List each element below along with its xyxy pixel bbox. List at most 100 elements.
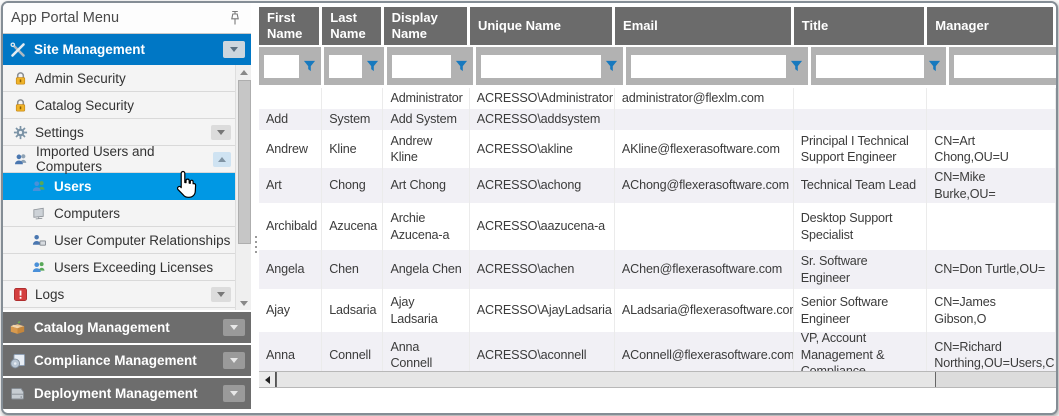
pin-icon[interactable]: [227, 9, 243, 27]
scroll-up-arrow[interactable]: [236, 65, 251, 79]
filter-input-title[interactable]: [816, 55, 924, 78]
item-label: User Computer Relationships: [54, 233, 230, 248]
sidebar-scrollbar[interactable]: [235, 65, 251, 310]
cell-title: [794, 109, 928, 130]
cell-title: Principal I Technical Support Engineer: [794, 130, 928, 168]
cell-last-name: System: [322, 109, 383, 130]
sidebar-group-compliance-management[interactable]: Compliance Management: [3, 343, 251, 376]
table-row[interactable]: Angela Chen Angela Chen ACRESSO\achen AC…: [259, 250, 1056, 289]
expand-catalog-management-button[interactable]: [223, 319, 245, 336]
cell-first-name: [259, 88, 322, 109]
sidebar-item-computers[interactable]: Computers: [3, 200, 251, 227]
filter-input-unique-name[interactable]: [481, 55, 601, 78]
sidebar-item-imported-users-and-computers[interactable]: Imported Users and Computers: [3, 146, 251, 173]
users-icon: [31, 179, 47, 194]
sidebar-item-logs[interactable]: Logs: [3, 281, 251, 308]
sidebar-group-catalog-management[interactable]: Catalog Management: [3, 310, 251, 343]
filter-input-last-name[interactable]: [329, 55, 362, 78]
cell-email: ALadsaria@flexerasoftware.com: [615, 289, 794, 332]
horizontal-scrollbar[interactable]: [259, 371, 1056, 388]
column-header-manager[interactable]: Manager: [927, 7, 1053, 45]
group-label: Catalog Management: [34, 320, 170, 335]
column-header-last-name[interactable]: Last Name: [322, 7, 380, 45]
cell-manager: [927, 203, 1056, 250]
filter-input-manager[interactable]: [954, 55, 1056, 78]
sidebar-item-user-computer-relationships[interactable]: User Computer Relationships: [3, 227, 251, 254]
cell-title: Sr. Software Engineer: [794, 250, 928, 289]
cell-unique-name: ACRESSO\achong: [470, 168, 615, 203]
catalog-box-icon: [9, 320, 26, 336]
filter-input-email[interactable]: [631, 55, 786, 78]
filter-funnel-icon[interactable]: [366, 60, 379, 73]
column-header-title[interactable]: Title: [794, 7, 925, 45]
expand-deployment-management-button[interactable]: [223, 385, 245, 402]
sidebar-header: App Portal Menu: [3, 3, 251, 34]
sidebar-item-active-directory[interactable]: Active Directory: [3, 308, 251, 310]
cell-title: Senior Software Engineer: [794, 289, 928, 332]
sidebar-item-users[interactable]: Users: [3, 173, 251, 200]
sidebar-group-deployment-management[interactable]: Deployment Management: [3, 376, 251, 409]
logs-icon: [13, 287, 28, 302]
item-label: Imported Users and Computers: [36, 144, 206, 174]
filter-funnel-icon[interactable]: [303, 60, 316, 73]
table-row[interactable]: Add System Add System ACRESSO\addsystem: [259, 109, 1056, 130]
item-label: Admin Security: [35, 71, 126, 86]
collapse-site-management-button[interactable]: [223, 41, 245, 58]
table-row[interactable]: Andrew Kline Andrew Kline ACRESSO\akline…: [259, 130, 1056, 168]
users-group-icon: [13, 152, 29, 167]
cell-email: AKline@flexerasoftware.com: [615, 130, 794, 168]
table-row[interactable]: Administrator ACRESSO\Administrator admi…: [259, 88, 1056, 109]
imported-users-collapse-button[interactable]: [213, 152, 231, 167]
sidebar: App Portal Menu Site Management: [3, 3, 251, 413]
group-label: Deployment Management: [34, 386, 198, 401]
cell-email: [615, 203, 794, 250]
table-row[interactable]: Ajay Ladsaria Ajay Ladsaria ACRESSO\Ajay…: [259, 289, 1056, 332]
table-row[interactable]: Archibald Azucena Archie Azucena-a ACRES…: [259, 203, 1056, 250]
cell-manager: CN=James Gibson,O: [927, 289, 1056, 332]
scroll-left-arrow[interactable]: [259, 372, 276, 387]
cell-manager: CN=Art Chong,OU=U: [927, 130, 1056, 168]
sidebar-item-users-exceeding-licenses[interactable]: Users Exceeding Licenses: [3, 254, 251, 281]
filter-funnel-icon[interactable]: [790, 60, 803, 73]
lock-icon: [13, 71, 28, 86]
cell-manager: CN=Don Turtle,OU=: [927, 250, 1056, 289]
cell-email: AChong@flexerasoftware.com: [615, 168, 794, 203]
filter-funnel-icon[interactable]: [455, 60, 468, 73]
cell-display-name: Administrator: [383, 88, 469, 109]
cell-display-name: Andrew Kline: [383, 130, 469, 168]
filter-funnel-icon[interactable]: [928, 60, 941, 73]
sidebar-item-admin-security[interactable]: Admin Security: [3, 65, 251, 92]
sidebar-item-settings[interactable]: Settings: [3, 119, 251, 146]
filter-input-first-name[interactable]: [264, 55, 299, 78]
scrollbar-thumb[interactable]: [238, 80, 251, 244]
cell-title: Technical Team Lead: [794, 168, 928, 203]
cell-display-name: Add System: [383, 109, 469, 130]
scroll-down-arrow[interactable]: [236, 296, 251, 310]
table-row[interactable]: Art Chong Art Chong ACRESSO\achong AChon…: [259, 168, 1056, 203]
cell-first-name: Angela: [259, 250, 322, 289]
column-header-first-name[interactable]: First Name: [259, 7, 319, 45]
cell-manager: [927, 88, 1056, 109]
filter-funnel-icon[interactable]: [605, 60, 618, 73]
cell-first-name: Archibald: [259, 203, 322, 250]
users-badge-icon: [31, 260, 47, 275]
horizontal-scrollbar-thumb[interactable]: [276, 372, 936, 387]
column-header-email[interactable]: Email: [615, 7, 791, 45]
grid-filter-row: [259, 47, 1056, 85]
sidebar-item-catalog-security[interactable]: Catalog Security: [3, 92, 251, 119]
computer-icon: [31, 206, 47, 221]
cell-display-name: Archie Azucena-a: [383, 203, 469, 250]
item-label: Computers: [54, 206, 120, 221]
sidebar-title: App Portal Menu: [11, 10, 119, 26]
logs-dropdown-button[interactable]: [211, 287, 231, 302]
sidebar-splitter[interactable]: [253, 229, 258, 259]
deployment-drive-icon: [9, 386, 26, 402]
column-header-unique-name[interactable]: Unique Name: [470, 7, 612, 45]
settings-dropdown-button[interactable]: [211, 125, 231, 140]
cell-unique-name: ACRESSO\addsystem: [470, 109, 615, 130]
sidebar-group-site-management[interactable]: Site Management: [3, 34, 251, 65]
app-portal-window: App Portal Menu Site Management: [1, 1, 1058, 415]
filter-input-display-name[interactable]: [392, 55, 451, 78]
expand-compliance-management-button[interactable]: [223, 352, 245, 369]
column-header-display-name[interactable]: Display Name: [384, 7, 467, 45]
